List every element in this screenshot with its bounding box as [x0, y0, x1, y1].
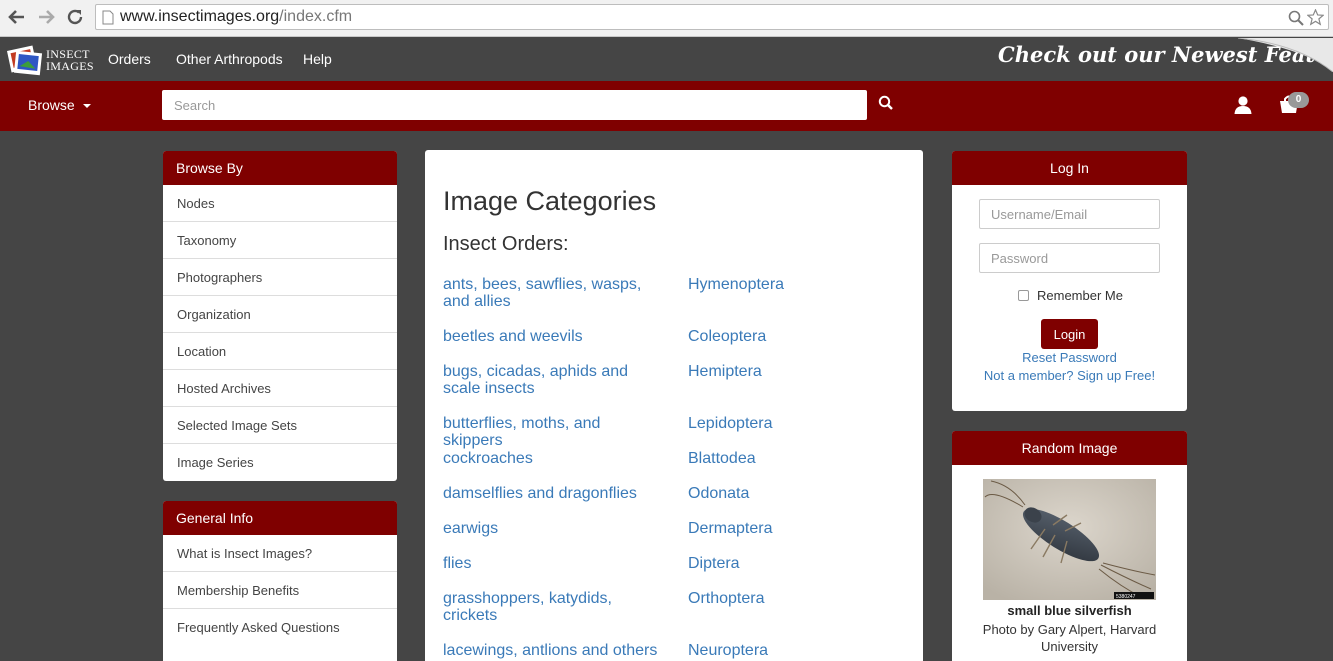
url-host: www.insectimages.org — [120, 8, 280, 25]
category-common-name[interactable]: grasshoppers, katydids, crickets — [443, 590, 658, 624]
forward-button[interactable] — [35, 6, 57, 28]
category-order-name[interactable]: Coleoptera — [688, 328, 766, 345]
browse-item-organization[interactable]: Organization — [163, 296, 397, 333]
caret-down-icon — [82, 104, 91, 109]
browse-item-hosted-archives[interactable]: Hosted Archives — [163, 370, 397, 407]
browse-item-photographers[interactable]: Photographers — [163, 259, 397, 296]
back-button[interactable] — [6, 6, 28, 28]
browse-label: Browse — [28, 97, 75, 113]
image-number: 5380247 — [1116, 594, 1136, 600]
category-common-name[interactable]: beetles and weevils — [443, 328, 658, 345]
login-panel: Log In Remember Me Login Reset Password … — [952, 151, 1187, 411]
signup-link[interactable]: Not a member? Sign up Free! — [952, 368, 1187, 383]
categories-title: Image Categories — [443, 186, 657, 216]
remember-me[interactable]: Remember Me — [1018, 288, 1123, 303]
info-item-what-is[interactable]: What is Insect Images? — [163, 535, 397, 572]
category-common-name[interactable]: flies — [443, 555, 658, 572]
password-field[interactable] — [979, 243, 1160, 273]
browse-item-selected-image-sets[interactable]: Selected Image Sets — [163, 407, 397, 444]
star-icon[interactable] — [1307, 9, 1324, 26]
forward-arrow-icon — [39, 10, 55, 24]
category-order-name[interactable]: Diptera — [688, 555, 740, 572]
silverfish-photo: 5380247 — [983, 479, 1156, 600]
page-icon — [102, 10, 114, 25]
browse-by-panel: Browse By Nodes Taxonomy Photographers O… — [163, 151, 397, 481]
category-order-name[interactable]: Orthoptera — [688, 590, 764, 607]
category-common-name[interactable]: lacewings, antlions and others — [443, 642, 658, 659]
username-field[interactable] — [979, 199, 1160, 229]
url-path: /index.cfm — [279, 8, 353, 25]
category-order-name[interactable]: Dermaptera — [688, 520, 772, 537]
checkbox-icon[interactable] — [1018, 290, 1029, 301]
random-image-heading: Random Image — [952, 431, 1187, 465]
logo-line-2: Images — [46, 59, 94, 73]
category-order-name[interactable]: Neuroptera — [688, 642, 768, 659]
site-top-nav: Insect Images Orders Other Arthropods He… — [0, 37, 1333, 81]
general-info-heading: General Info — [163, 501, 397, 535]
nav-link-orders[interactable]: Orders — [108, 51, 151, 67]
address-bar[interactable]: www.insectimages.org/index.cfm — [95, 4, 1329, 30]
search-bar-strip: Browse 0 — [0, 81, 1333, 131]
nav-link-help[interactable]: Help — [303, 51, 332, 67]
insect-orders-heading: Insect Orders: — [443, 233, 569, 255]
login-button[interactable]: Login — [1041, 319, 1098, 349]
info-item-membership-benefits[interactable]: Membership Benefits — [163, 572, 397, 609]
browse-item-taxonomy[interactable]: Taxonomy — [163, 222, 397, 259]
user-icon[interactable] — [1233, 95, 1253, 115]
site-logo[interactable]: Insect Images — [6, 40, 96, 78]
newest-features-banner[interactable]: Check out our Newest Features — [996, 38, 1333, 81]
random-image-caption: small blue silverfish — [1007, 603, 1132, 618]
category-order-name[interactable]: Lepidoptera — [688, 415, 773, 432]
category-order-name[interactable]: Hymenoptera — [688, 276, 784, 293]
category-common-name[interactable]: damselflies and dragonflies — [443, 485, 658, 502]
browse-by-heading: Browse By — [163, 151, 397, 185]
general-info-panel: General Info What is Insect Images? Memb… — [163, 501, 397, 661]
back-arrow-icon — [8, 10, 24, 24]
info-item-faq[interactable]: Frequently Asked Questions — [163, 609, 397, 646]
logo-icon — [6, 45, 43, 76]
random-image-photo[interactable]: 5380247 — [983, 479, 1156, 600]
page-curl-graphic — [1238, 38, 1333, 72]
category-order-name[interactable]: Odonata — [688, 485, 749, 502]
image-categories-panel: Image Categories Insect Orders: ants, be… — [425, 150, 923, 661]
browse-item-location[interactable]: Location — [163, 333, 397, 370]
category-common-name[interactable]: cockroaches — [443, 450, 658, 467]
browse-item-image-series[interactable]: Image Series — [163, 444, 397, 481]
search-icon[interactable] — [878, 95, 894, 111]
category-common-name[interactable]: butterflies, moths, and skippers — [443, 415, 658, 449]
login-heading: Log In — [952, 151, 1187, 185]
logo-text: Insect Images — [46, 48, 94, 72]
browse-item-nodes[interactable]: Nodes — [163, 185, 397, 222]
zoom-icon[interactable] — [1288, 10, 1304, 26]
reload-icon — [67, 9, 83, 25]
cart-count-badge: 0 — [1288, 92, 1309, 108]
nav-link-other-arthropods[interactable]: Other Arthropods — [176, 51, 283, 67]
category-common-name[interactable]: earwigs — [443, 520, 658, 537]
category-order-name[interactable]: Hemiptera — [688, 363, 762, 380]
browse-dropdown[interactable]: Browse — [28, 97, 91, 113]
random-image-panel: Random Image 5380247 small blue silverfi… — [952, 431, 1187, 661]
remember-me-label: Remember Me — [1037, 288, 1123, 303]
browser-toolbar: www.insectimages.org/index.cfm — [0, 0, 1333, 37]
reset-password-link[interactable]: Reset Password — [952, 350, 1187, 365]
category-order-name[interactable]: Blattodea — [688, 450, 756, 467]
reload-button[interactable] — [64, 6, 86, 28]
random-image-credit: Photo by Gary Alpert, Harvard University — [982, 622, 1157, 654]
category-common-name[interactable]: ants, bees, sawflies, wasps, and allies — [443, 276, 658, 310]
search-input[interactable] — [162, 90, 867, 120]
url-text: www.insectimages.org/index.cfm — [120, 8, 352, 26]
category-common-name[interactable]: bugs, cicadas, aphids and scale insects — [443, 363, 658, 397]
